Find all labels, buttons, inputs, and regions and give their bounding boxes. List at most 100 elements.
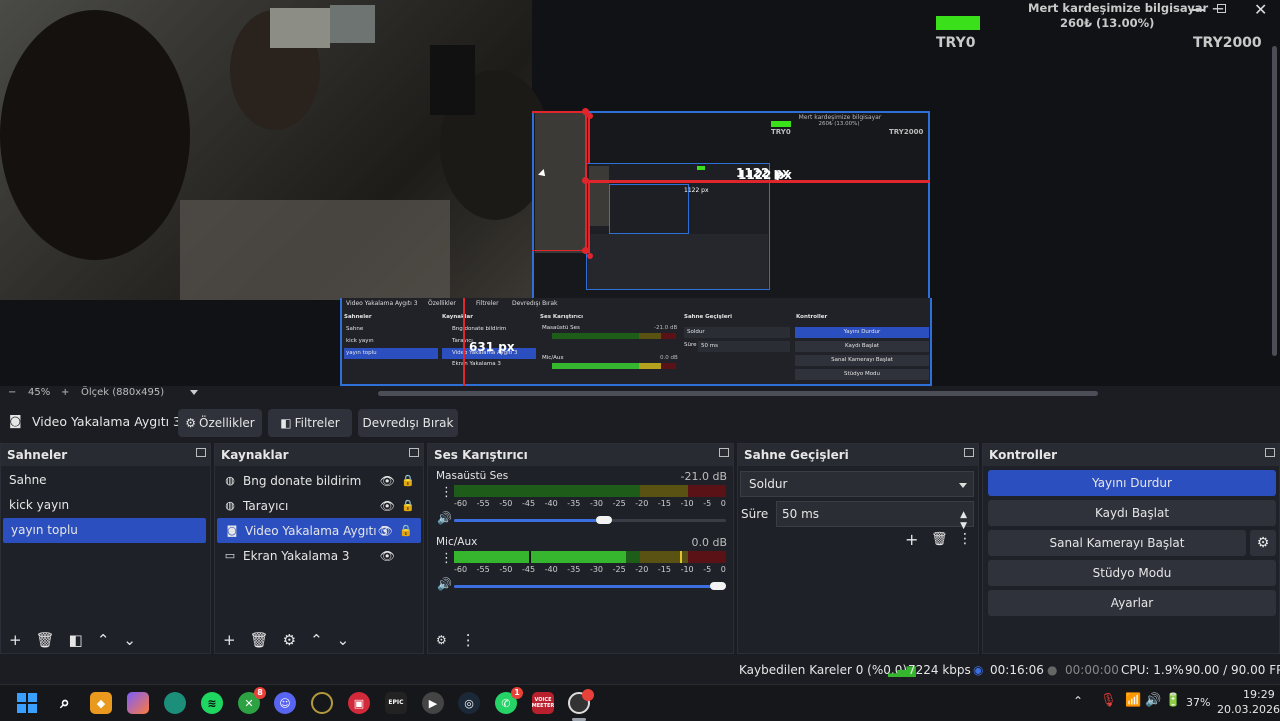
- nested-transitions-title: Sahne Geçişleri: [684, 314, 733, 320]
- undock-icon[interactable]: [719, 448, 729, 457]
- deactivate-button[interactable]: Devredışı Bırak: [358, 409, 458, 437]
- volume-meter: [454, 485, 726, 497]
- undock-icon[interactable]: [964, 448, 974, 457]
- settings-button[interactable]: Ayarlar: [988, 590, 1276, 616]
- epic-games-icon[interactable]: EPIC: [385, 692, 407, 714]
- source-item-selected[interactable]: ◙ Video Yakalama Aygıtı 3 👁 🔒: [217, 518, 421, 543]
- battery-icon[interactable]: 🔋: [1165, 693, 1181, 708]
- add-icon[interactable]: +: [9, 631, 22, 649]
- chevron-up-icon[interactable]: ⌃: [310, 631, 323, 649]
- zoom-in-button[interactable]: +: [61, 387, 69, 398]
- wifi-icon[interactable]: 📶: [1125, 693, 1141, 708]
- kebab-menu-icon[interactable]: ⋮: [461, 631, 476, 649]
- discord-icon[interactable]: ☺: [274, 692, 296, 714]
- zoom-dropdown-icon[interactable]: [190, 390, 198, 395]
- preview-vertical-scrollbar[interactable]: [1272, 46, 1277, 356]
- start-recording-button[interactable]: Kaydı Başlat: [988, 500, 1276, 526]
- advanced-audio-icon[interactable]: ⚙: [436, 633, 447, 647]
- source-item[interactable]: ▭ Ekran Yakalama 3 👁: [215, 543, 423, 568]
- scene-item-sahne[interactable]: Sahne: [1, 468, 210, 493]
- sources-dock: Kaynaklar ◍ Bng donate bildirim 👁 🔒 ◍ Ta…: [214, 443, 424, 654]
- eye-icon[interactable]: 👁: [380, 549, 395, 563]
- edge-icon[interactable]: [164, 692, 186, 714]
- transform-handle[interactable]: [582, 177, 589, 184]
- trash-icon[interactable]: 🗑: [250, 631, 269, 649]
- nested-widget-title: Mert kardeşimize bilgisayar: [798, 114, 882, 121]
- undock-icon[interactable]: [409, 448, 419, 457]
- chevron-down-icon[interactable]: ⌄: [123, 631, 136, 649]
- close-icon[interactable]: ✕: [1254, 0, 1267, 19]
- clock-date[interactable]: 20.03.2026: [1217, 703, 1280, 716]
- windows-start-icon[interactable]: [16, 692, 38, 714]
- media-player-icon[interactable]: ▶: [422, 692, 444, 714]
- undock-icon[interactable]: [1265, 448, 1275, 457]
- volume-meter: [454, 551, 726, 563]
- lock-icon[interactable]: 🔒: [399, 524, 413, 537]
- nested-scene: kick yayın: [346, 338, 374, 344]
- eye-icon[interactable]: 👁: [380, 474, 395, 488]
- add-icon[interactable]: +: [223, 631, 236, 649]
- filter-icon[interactable]: ◧: [69, 631, 83, 649]
- measure-line: [532, 250, 587, 251]
- add-icon[interactable]: +: [905, 530, 918, 549]
- app-red-icon[interactable]: ▣: [348, 692, 370, 714]
- steam-icon[interactable]: ◎: [458, 692, 480, 714]
- undock-icon[interactable]: [196, 448, 206, 457]
- eye-icon[interactable]: 👁: [378, 524, 393, 538]
- scene-item-kick-yayin[interactable]: kick yayın: [1, 493, 210, 518]
- camera-feed[interactable]: [0, 0, 550, 300]
- speaker-icon[interactable]: 🔊: [437, 511, 452, 525]
- windows-taskbar: ⌕ ◆ ≋ ✕ 8 ☺ ▣ EPIC ▶ ◎ ✆ 1 VOICE MEETER …: [0, 684, 1280, 721]
- preview-canvas[interactable]: Mert kardeşimize bilgisayar 260₺ (13.00%…: [0, 0, 1280, 400]
- zoom-out-button[interactable]: −: [8, 387, 16, 398]
- spotify-icon[interactable]: ≋: [201, 692, 223, 714]
- transform-handle[interactable]: [582, 108, 589, 115]
- copilot-icon[interactable]: [127, 692, 149, 714]
- properties-button[interactable]: ⚙ Özellikler: [178, 409, 262, 437]
- microphone-icon[interactable]: 🎙: [1100, 693, 1117, 708]
- studio-mode-button[interactable]: Stüdyo Modu: [988, 560, 1276, 586]
- chevron-up-icon[interactable]: ⌃: [1073, 694, 1083, 708]
- duration-spinbox[interactable]: 50 ms ▲ ▼: [776, 501, 974, 531]
- transform-handle[interactable]: [582, 247, 589, 254]
- clock-time[interactable]: 19:29: [1243, 688, 1275, 701]
- minimize-icon[interactable]: [1192, 9, 1204, 11]
- virtual-camera-settings-gear-icon[interactable]: ⚙: [1250, 530, 1276, 556]
- trash-icon[interactable]: 🗑: [36, 631, 55, 649]
- kebab-menu-icon[interactable]: ⋮: [440, 485, 453, 500]
- volume-icon[interactable]: 🔊: [1145, 693, 1161, 708]
- transition-select[interactable]: Soldur: [740, 471, 974, 497]
- nested-source-name: Video Yakalama Aygıtı 3: [346, 300, 418, 307]
- start-virtual-camera-button[interactable]: Sanal Kamerayı Başlat: [988, 530, 1246, 556]
- nested-deactivate: Devredışı Bırak: [512, 300, 558, 307]
- filters-button[interactable]: ◧ Filtreler: [268, 409, 352, 437]
- volume-slider-knob[interactable]: [710, 582, 726, 590]
- whatsapp-icon[interactable]: ✆ 1: [495, 687, 523, 714]
- app-ring-icon[interactable]: [311, 692, 333, 714]
- chevron-down-icon[interactable]: ⌄: [337, 631, 350, 649]
- source-label: Ekran Yakalama 3: [243, 548, 350, 563]
- scene-item-yayin-toplu[interactable]: yayın toplu: [3, 518, 206, 543]
- stop-stream-button[interactable]: Yayını Durdur: [988, 470, 1276, 496]
- zoom-scale: Ölçek (880x495): [81, 387, 165, 398]
- trash-icon[interactable]: 🗑: [931, 532, 948, 547]
- eye-icon[interactable]: 👁: [380, 499, 395, 513]
- volume-slider-knob[interactable]: [596, 516, 612, 524]
- voicemeeter-icon[interactable]: VOICE MEETER: [532, 692, 554, 714]
- lock-icon[interactable]: 🔒: [401, 474, 415, 487]
- restore-icon[interactable]: [1217, 4, 1226, 13]
- chevron-up-icon[interactable]: ⌃: [97, 631, 110, 649]
- lock-icon[interactable]: 🔒: [401, 499, 415, 512]
- kebab-menu-icon[interactable]: ⋮: [440, 551, 453, 566]
- widget-progress-text: 260₺ (13.00%): [1060, 16, 1155, 30]
- brave-browser-icon[interactable]: ◆: [90, 692, 112, 714]
- source-item[interactable]: ◍ Tarayıcı 👁 🔒: [215, 493, 423, 518]
- kebab-menu-icon[interactable]: ⋮: [958, 531, 972, 547]
- gear-icon[interactable]: ⚙: [283, 631, 296, 649]
- source-item[interactable]: ◍ Bng donate bildirim 👁 🔒: [215, 468, 423, 493]
- obs-icon[interactable]: [568, 689, 594, 714]
- speaker-icon[interactable]: 🔊: [437, 577, 452, 591]
- xbox-icon[interactable]: ✕ 8: [238, 687, 266, 714]
- preview-horizontal-scrollbar[interactable]: [378, 391, 1098, 396]
- search-icon[interactable]: ⌕: [54, 692, 76, 714]
